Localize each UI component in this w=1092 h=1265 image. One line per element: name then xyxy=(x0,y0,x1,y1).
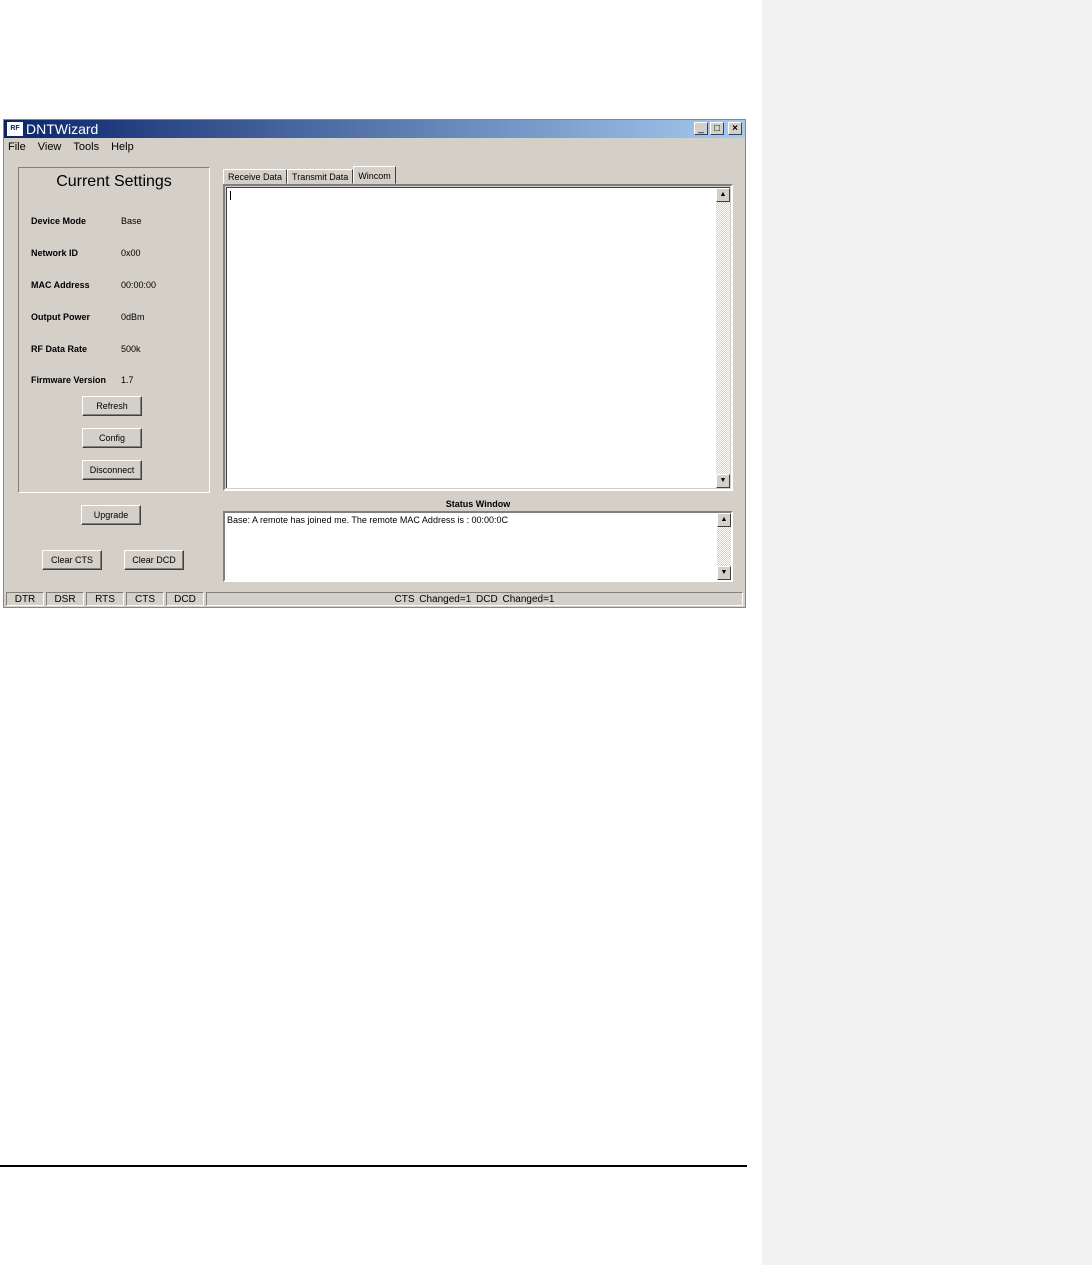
scroll-up-icon[interactable]: ▲ xyxy=(716,188,730,202)
setting-value: Base xyxy=(121,216,142,226)
config-button[interactable]: Config xyxy=(82,428,142,448)
setting-label: Output Power xyxy=(31,312,90,322)
vertical-scrollbar[interactable]: ▲ ▼ xyxy=(716,188,730,488)
setting-label: Firmware Version xyxy=(31,375,107,385)
scroll-down-icon[interactable]: ▼ xyxy=(716,474,730,488)
refresh-button[interactable]: Refresh xyxy=(82,396,142,416)
current-settings-group: Current Settings Device Mode Base Networ… xyxy=(18,167,210,493)
settings-title: Current Settings xyxy=(56,173,172,190)
tab-transmit-data[interactable]: Transmit Data xyxy=(287,169,354,184)
menu-file[interactable]: File xyxy=(8,139,26,155)
upgrade-button[interactable]: Upgrade xyxy=(81,505,141,525)
indicator-dsr: DSR xyxy=(46,592,84,606)
setting-mac-address: MAC Address 00:00:00 xyxy=(31,279,209,291)
minimize-icon[interactable]: _ xyxy=(694,122,708,135)
title-bar: RF DNTWizard _ □ × xyxy=(4,120,745,138)
setting-value: 00:00:00 xyxy=(121,280,157,290)
indicator-dcd: DCD xyxy=(166,592,204,606)
menu-view[interactable]: View xyxy=(38,139,62,155)
text-caret xyxy=(230,191,231,200)
status-window-title: Status Window xyxy=(445,499,511,509)
setting-value: 1.7 xyxy=(121,375,134,385)
disconnect-button[interactable]: Disconnect xyxy=(82,460,142,480)
setting-value: 500k xyxy=(121,344,141,354)
setting-value: 0dBm xyxy=(121,312,145,322)
setting-device-mode: Device Mode Base xyxy=(31,215,209,227)
setting-firmware-version: Firmware Version 1.7 xyxy=(31,374,209,386)
status-scrollbar[interactable]: ▲ ▼ xyxy=(717,513,731,580)
app-icon: RF xyxy=(7,122,23,136)
menu-tools[interactable]: Tools xyxy=(73,139,99,155)
setting-output-power: Output Power 0dBm xyxy=(31,311,209,323)
tab-receive-data[interactable]: Receive Data xyxy=(223,169,288,184)
close-icon[interactable]: × xyxy=(728,122,742,135)
scroll-down-icon[interactable]: ▼ xyxy=(717,566,731,580)
setting-rf-data-rate: RF Data Rate 500k xyxy=(31,343,209,355)
wincom-text-area[interactable]: ▲ ▼ xyxy=(223,184,733,491)
status-bar-message: CTS Changed=1 DCD Changed=1 xyxy=(206,592,743,606)
setting-label: MAC Address xyxy=(31,280,90,290)
menu-help[interactable]: Help xyxy=(111,139,134,155)
dntwizard-window: RF DNTWizard _ □ × File View Tools Help … xyxy=(3,119,746,608)
tab-wincom[interactable]: Wincom xyxy=(353,166,396,184)
clear-cts-button[interactable]: Clear CTS xyxy=(42,550,102,570)
status-bar: DTR DSR RTS CTS DCD CTS Changed=1 DCD Ch… xyxy=(4,591,745,607)
menu-bar: File View Tools Help xyxy=(8,139,134,155)
window-title: DNTWizard xyxy=(26,121,99,137)
setting-value: 0x00 xyxy=(121,248,141,258)
indicator-dtr: DTR xyxy=(6,592,44,606)
footer-divider xyxy=(0,1165,747,1167)
indicator-cts: CTS xyxy=(126,592,164,606)
setting-label: Device Mode xyxy=(31,216,87,226)
setting-label: Network ID xyxy=(31,248,79,258)
scroll-up-icon[interactable]: ▲ xyxy=(717,513,731,527)
maximize-icon[interactable]: □ xyxy=(710,122,724,135)
indicator-rts: RTS xyxy=(86,592,124,606)
setting-label: RF Data Rate xyxy=(31,344,88,354)
status-message: Base: A remote has joined me. The remote… xyxy=(227,515,508,525)
setting-network-id: Network ID 0x00 xyxy=(31,247,209,259)
clear-dcd-button[interactable]: Clear DCD xyxy=(124,550,184,570)
page-right-margin xyxy=(762,0,1092,1265)
data-tabs: Receive Data Transmit Data Wincom xyxy=(223,166,396,184)
status-window[interactable]: Base: A remote has joined me. The remote… xyxy=(223,511,733,582)
